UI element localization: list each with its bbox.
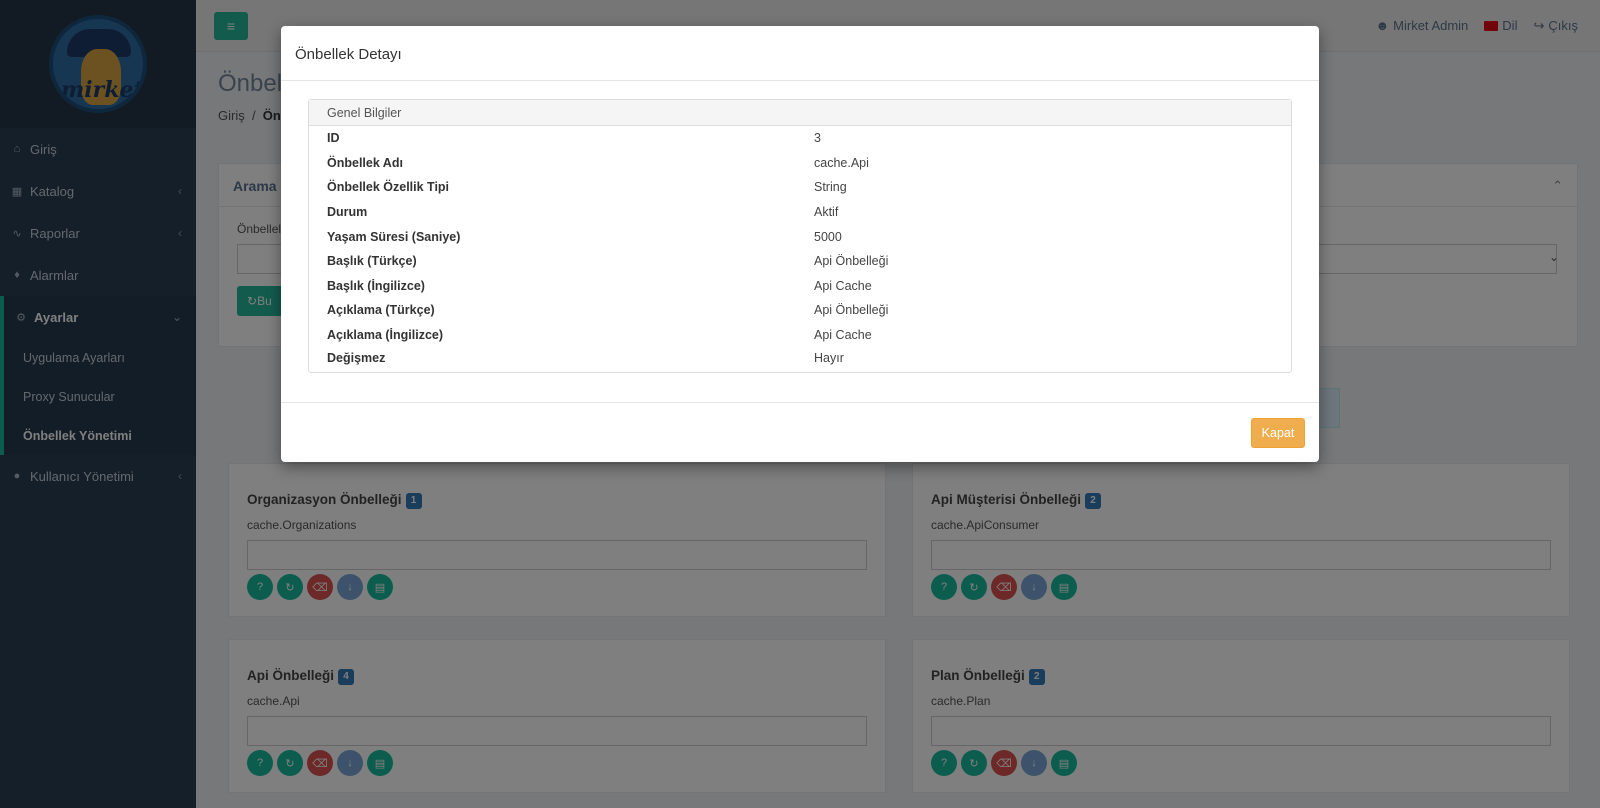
table-row: Önbellek Özellik Tipi String: [309, 175, 1291, 200]
detail-key: Durum: [327, 205, 368, 220]
detail-value: Api Önbelleği: [814, 303, 889, 318]
cache-detail-modal: Önbellek Detayı Genel Bilgiler ID 3 Önbel…: [281, 26, 1319, 462]
modal-footer: Kapat: [281, 402, 1319, 462]
detail-key: Başlık (İngilizce): [327, 278, 425, 293]
detail-key: ID: [327, 131, 340, 146]
detail-value: 5000: [814, 229, 842, 244]
detail-value: String: [814, 180, 847, 195]
table-row: Değişmez Hayır: [309, 347, 1291, 372]
modal-title: Önbellek Detayı: [295, 46, 402, 63]
detail-key: Önbellek Özellik Tipi: [327, 180, 450, 195]
detail-key: Yaşam Süresi (Saniye): [327, 229, 461, 244]
detail-value: Hayır: [814, 350, 844, 365]
detail-value: Api Önbelleği: [814, 254, 889, 269]
detail-key: Başlık (Türkçe): [327, 254, 417, 269]
general-info-panel: Genel Bilgiler ID 3 Önbellek Adı cache.Api…: [308, 99, 1292, 373]
modal-body: Genel Bilgiler ID 3 Önbellek Adı cache.Api…: [281, 81, 1319, 391]
table-row: Açıklama (Türkçe) Api Önbelleği: [309, 298, 1291, 323]
table-row: Yaşam Süresi (Saniye) 5000: [309, 224, 1291, 249]
detail-table: ID 3 Önbellek Adı cache.Api Önbellek Özell…: [309, 126, 1291, 372]
modal-header: Önbellek Detayı: [281, 26, 1319, 81]
detail-key: Önbellek Adı: [327, 155, 403, 170]
detail-key: Açıklama (Türkçe): [327, 303, 435, 318]
detail-value: Aktif: [814, 205, 839, 220]
detail-value: cache.Api: [814, 155, 869, 170]
close-button[interactable]: Kapat: [1251, 418, 1305, 448]
table-row: ID 3: [309, 126, 1291, 151]
table-row: Önbellek Adı cache.Api: [309, 151, 1291, 176]
detail-value: Api Cache: [814, 328, 872, 343]
detail-key: Değişmez: [327, 350, 386, 365]
detail-value: 3: [814, 131, 821, 146]
table-row: Açıklama (İngilizce) Api Cache: [309, 323, 1291, 348]
table-row: Başlık (İngilizce) Api Cache: [309, 274, 1291, 299]
table-row: Başlık (Türkçe) Api Önbelleği: [309, 249, 1291, 274]
detail-value: Api Cache: [814, 278, 872, 293]
detail-key: Açıklama (İngilizce): [327, 328, 444, 343]
general-info-heading: Genel Bilgiler: [309, 100, 1291, 126]
table-row: Durum Aktif: [309, 200, 1291, 225]
